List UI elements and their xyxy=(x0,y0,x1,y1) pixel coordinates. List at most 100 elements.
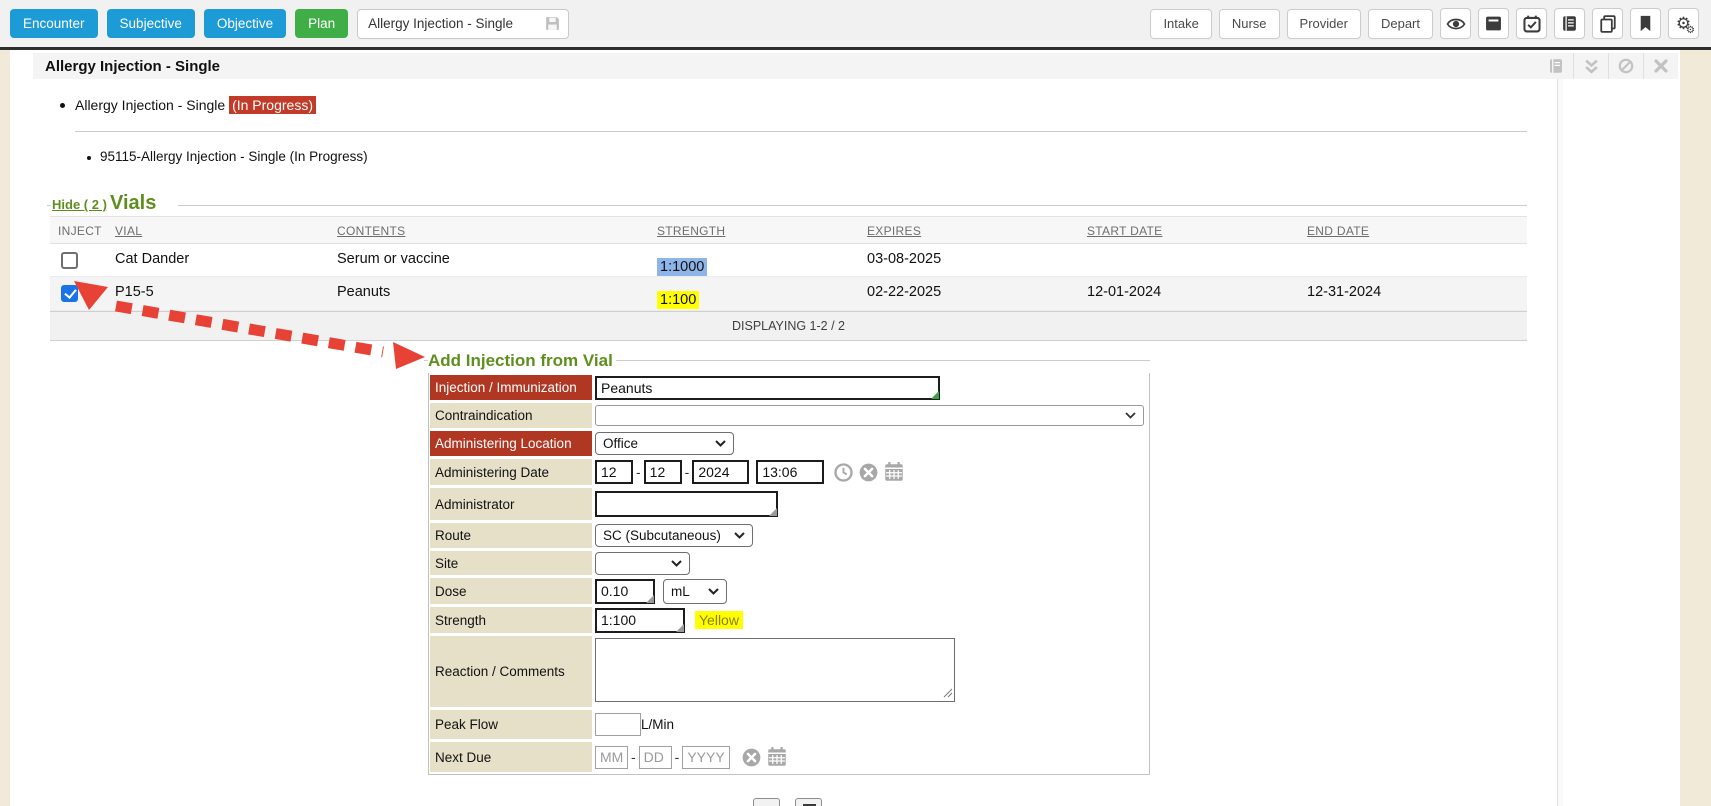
intake-button[interactable]: Intake xyxy=(1150,9,1211,39)
route-select[interactable]: SC (Subcutaneous) xyxy=(595,524,753,547)
bottom-save-button[interactable] xyxy=(795,798,822,806)
strength-label: Strength xyxy=(430,607,592,633)
strength-input[interactable] xyxy=(595,608,685,633)
fieldset-line xyxy=(424,360,428,361)
form-row-location: Administering Location Office xyxy=(429,430,1149,457)
provider-button[interactable]: Provider xyxy=(1287,9,1361,39)
inject-checkbox[interactable] xyxy=(61,252,78,269)
top-toolbar: Encounter Subjective Objective Plan Alle… xyxy=(0,0,1711,50)
col-end-date[interactable]: END DATE xyxy=(1307,224,1369,238)
add-injection-legend: Add Injection from Vial xyxy=(428,351,613,371)
collapse-all-icon[interactable] xyxy=(1573,53,1608,79)
bookmark-icon[interactable] xyxy=(1630,8,1661,39)
location-select[interactable]: Office xyxy=(595,432,734,455)
encounter-button[interactable]: Encounter xyxy=(10,9,98,38)
bullet-dot xyxy=(87,156,91,160)
resize-grip[interactable] xyxy=(769,508,777,516)
clock-icon[interactable] xyxy=(834,463,853,482)
site-select[interactable] xyxy=(595,552,690,575)
vertical-scrollbar[interactable] xyxy=(1557,79,1563,806)
injection-input[interactable] xyxy=(595,376,940,400)
vials-table: INJECT VIAL CONTENTS STRENGTH EXPIRES ST… xyxy=(50,216,1527,341)
status-badge: (In Progress) xyxy=(229,96,316,114)
close-icon[interactable] xyxy=(1643,53,1678,79)
form-selector-label: Allergy Injection - Single xyxy=(368,16,513,31)
admin-date-month-input[interactable] xyxy=(595,460,633,484)
panel-header-icons xyxy=(1538,53,1678,79)
reaction-textarea[interactable] xyxy=(595,638,955,702)
col-start-date[interactable]: START DATE xyxy=(1087,224,1162,238)
archive-icon[interactable] xyxy=(1478,8,1509,39)
subjective-button[interactable]: Subjective xyxy=(107,9,195,38)
chevron-down-icon xyxy=(708,588,719,595)
resize-grip[interactable] xyxy=(646,595,654,603)
form-row-next-due: Next Due - - xyxy=(429,741,1149,773)
col-strength[interactable]: STRENGTH xyxy=(657,224,725,238)
book-icon[interactable] xyxy=(1554,8,1585,39)
administrator-input[interactable] xyxy=(595,491,778,517)
site-label: Site xyxy=(430,551,592,575)
dose-unit-select[interactable]: mL xyxy=(663,579,727,604)
contraindication-select[interactable] xyxy=(595,405,1144,426)
cell-expires: 02-22-2025 xyxy=(867,284,941,300)
calendar-icon[interactable] xyxy=(767,747,787,767)
form-row-site: Site xyxy=(429,550,1149,576)
form-row-contraindication: Contraindication xyxy=(429,402,1149,429)
form-row-peak-flow: Peak Flow L/Min xyxy=(429,709,1149,740)
next-due-label: Next Due xyxy=(430,742,592,772)
add-injection-form: Injection / Immunization Contraindicatio… xyxy=(428,373,1150,775)
chevron-down-icon xyxy=(671,560,682,567)
col-contents[interactable]: CONTENTS xyxy=(337,224,405,238)
resize-grip[interactable] xyxy=(931,391,939,399)
cell-expires: 03-08-2025 xyxy=(867,251,941,267)
objective-button[interactable]: Objective xyxy=(204,9,286,38)
hide-vials-link[interactable]: Hide ( 2 ) xyxy=(52,197,107,212)
next-due-year-input[interactable] xyxy=(682,746,730,769)
cell-contents: Peanuts xyxy=(337,284,390,300)
nurse-button[interactable]: Nurse xyxy=(1219,9,1280,39)
resize-grip[interactable] xyxy=(943,688,953,698)
form-status-label: Allergy Injection - Single xyxy=(75,97,225,113)
copy-icon[interactable] xyxy=(1592,8,1623,39)
next-due-day-input[interactable] xyxy=(639,746,672,769)
peak-flow-input[interactable] xyxy=(595,713,641,736)
book-icon[interactable] xyxy=(1538,53,1573,79)
admin-time-input[interactable] xyxy=(756,460,824,484)
cell-end-date: 12-31-2024 xyxy=(1307,284,1381,300)
cell-vial: Cat Dander xyxy=(115,251,189,267)
ehr-screen: Encounter Subjective Objective Plan Alle… xyxy=(0,0,1711,806)
bottom-action-button[interactable] xyxy=(753,798,780,806)
table-pagination: DISPLAYING 1-2 / 2 xyxy=(50,311,1527,341)
cell-vial: P15-5 xyxy=(115,284,154,300)
toolbar-nav-group: Encounter Subjective Objective Plan Alle… xyxy=(0,9,569,39)
panel-title: Allergy Injection - Single xyxy=(45,58,220,75)
form-row-strength: Strength Yellow xyxy=(429,606,1149,634)
cell-contents: Serum or vaccine xyxy=(337,251,450,267)
plan-button[interactable]: Plan xyxy=(295,9,348,38)
col-expires[interactable]: EXPIRES xyxy=(867,224,921,238)
disable-icon[interactable] xyxy=(1608,53,1643,79)
table-row: Cat Dander Serum or vaccine 1:1000 03-08… xyxy=(50,244,1527,277)
next-due-month-input[interactable] xyxy=(595,746,628,769)
save-icon[interactable] xyxy=(544,15,561,32)
form-row-dose: Dose mL xyxy=(429,577,1149,605)
procedure-status-line: 95115-Allergy Injection - Single (In Pro… xyxy=(100,149,368,164)
form-row-administrator: Administrator xyxy=(429,487,1149,521)
calendar-check-icon[interactable] xyxy=(1516,8,1547,39)
cell-start-date: 12-01-2024 xyxy=(1087,284,1161,300)
injection-label: Injection / Immunization xyxy=(430,375,592,400)
clear-date-icon[interactable] xyxy=(859,463,878,482)
eye-icon[interactable] xyxy=(1440,8,1471,39)
col-vial[interactable]: VIAL xyxy=(115,224,142,238)
chevron-down-icon xyxy=(734,532,745,539)
clear-date-icon[interactable] xyxy=(742,748,761,767)
admin-date-day-input[interactable] xyxy=(644,460,682,484)
admin-date-year-input[interactable] xyxy=(692,460,749,484)
form-selector[interactable]: Allergy Injection - Single xyxy=(357,9,569,39)
toolbar-stage-group: Intake Nurse Provider Depart xyxy=(1150,8,1711,39)
inject-checkbox[interactable] xyxy=(61,285,78,302)
depart-button[interactable]: Depart xyxy=(1368,9,1433,39)
resize-grip[interactable] xyxy=(676,624,684,632)
calendar-icon[interactable] xyxy=(884,462,904,482)
gears-icon[interactable]: ⚙⚙ xyxy=(1668,8,1699,39)
